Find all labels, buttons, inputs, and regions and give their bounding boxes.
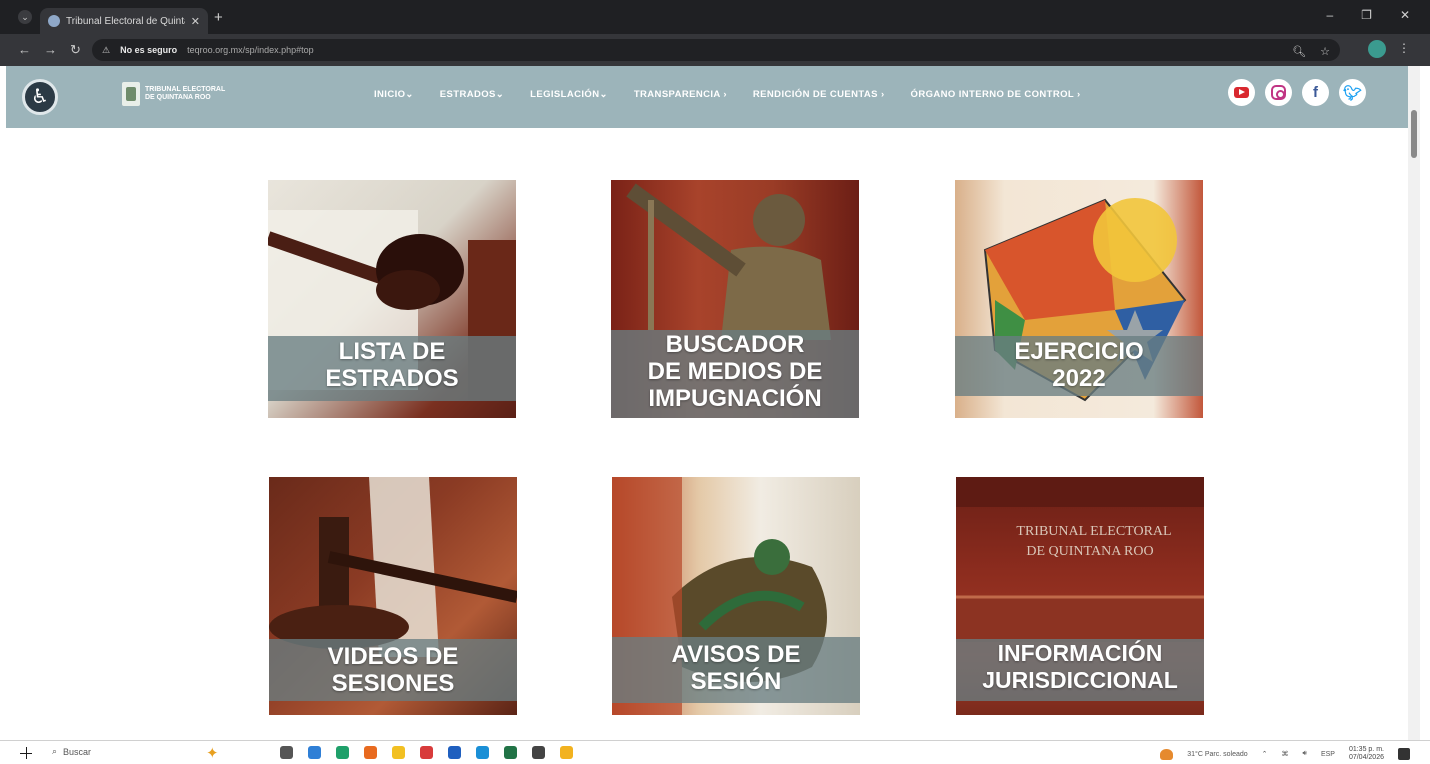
warning-icon: ⚠ bbox=[102, 44, 111, 55]
edge-alt-icon[interactable] bbox=[476, 746, 489, 759]
facebook-icon[interactable]: f bbox=[1302, 79, 1329, 106]
excel-icon[interactable] bbox=[504, 746, 517, 759]
tile-informacion-jurisdiccional[interactable]: TRIBUNAL ELECTORAL DE QUINTANA ROO INFOR… bbox=[956, 477, 1204, 715]
profile-avatar[interactable] bbox=[1368, 40, 1386, 58]
tile-label-line1: INFORMACIÓN bbox=[997, 640, 1163, 666]
tile-label-line3: IMPUGNACIÓN bbox=[648, 385, 822, 412]
url-input[interactable]: ⚠ No es seguro teqroo.org.mx/sp/index.ph… bbox=[92, 39, 1340, 61]
tile-label-line1: VIDEOS DE bbox=[327, 643, 459, 670]
browser-tab[interactable]: Tribunal Electoral de Quintana Roo ✕ bbox=[40, 8, 208, 34]
logo-emblem-icon bbox=[122, 82, 140, 106]
tile-label-line2: ESTRADOS bbox=[325, 365, 459, 392]
twitter-icon[interactable]: 🐦︎ bbox=[1339, 79, 1366, 106]
url-text[interactable]: teqroo.org.mx/sp/index.php#top bbox=[187, 45, 314, 55]
edge-icon[interactable] bbox=[308, 746, 321, 759]
sticky-notes-icon[interactable] bbox=[560, 746, 573, 759]
notifications-icon[interactable] bbox=[1398, 748, 1410, 760]
site-header: ♿︎ TRIBUNAL ELECTORAL DE QUINTANA ROO IN… bbox=[6, 66, 1418, 128]
back-icon[interactable]: ← bbox=[18, 42, 31, 57]
calculator-icon[interactable] bbox=[532, 746, 545, 759]
restore-icon[interactable]: ❐ bbox=[1361, 8, 1372, 22]
tile-label-line2: DE MEDIOS DE bbox=[647, 358, 823, 385]
nav-item-rendicion-de-cuentas[interactable]: RENDICIÓN DE CUENTAS › bbox=[753, 89, 885, 100]
instagram-icon[interactable] bbox=[1265, 79, 1292, 106]
clock-time: 01:35 p. m. bbox=[1348, 746, 1384, 753]
search-icon: ⌕ bbox=[52, 746, 58, 756]
tile-label-line1: AVISOS DE bbox=[671, 641, 801, 668]
forward-icon[interactable]: → bbox=[44, 42, 57, 57]
nav-item-inicio[interactable]: INICIO⌄ bbox=[374, 89, 414, 100]
browser-menu-icon[interactable]: ⋮ bbox=[1398, 41, 1410, 55]
logo-line2: DE QUINTANA ROO bbox=[145, 94, 211, 101]
weather-icon[interactable] bbox=[1160, 748, 1174, 760]
logo-line1: TRIBUNAL ELECTORAL bbox=[145, 86, 226, 93]
firefox-icon[interactable] bbox=[364, 746, 377, 759]
new-tab-icon[interactable]: + bbox=[214, 9, 223, 26]
browser-tab-bar: ⌄ Tribunal Electoral de Quintana Roo ✕ +… bbox=[0, 0, 1430, 34]
weather-text[interactable]: 31°C Parc. soleado bbox=[1187, 751, 1247, 758]
nav-item-estrados[interactable]: ESTRADOS⌄ bbox=[440, 89, 504, 100]
clock[interactable]: 01:35 p. m. 07/04/2026 bbox=[1349, 746, 1384, 762]
page-scrollbar[interactable] bbox=[1408, 66, 1420, 740]
task-view-icon[interactable] bbox=[280, 746, 293, 759]
address-bar: ← → ↻ ⚠ No es seguro teqroo.org.mx/sp/in… bbox=[0, 34, 1430, 66]
taskbar-apps bbox=[280, 746, 573, 759]
building-sign-line2: DE QUINTANA ROO bbox=[1026, 544, 1153, 559]
tile-ejercicio-2022[interactable]: EJERCICIO 2022 bbox=[955, 180, 1203, 418]
nav-item-legislacion[interactable]: LEGISLACIÓN⌄ bbox=[530, 89, 608, 100]
security-label[interactable]: No es seguro bbox=[120, 45, 177, 55]
taskbar-search[interactable]: ⌕ Buscar bbox=[52, 746, 91, 757]
taskbar-search-label: Buscar bbox=[63, 746, 92, 757]
file-explorer-icon[interactable] bbox=[392, 746, 405, 759]
youtube-icon[interactable] bbox=[1228, 79, 1255, 106]
clock-date: 07/04/2026 bbox=[1348, 754, 1384, 761]
main-nav: INICIO⌄ ESTRADOS⌄ LEGISLACIÓN⌄ TRANSPARE… bbox=[374, 89, 1081, 100]
zoom-icon[interactable]: 🔍︎ bbox=[1292, 45, 1306, 58]
tile-lista-de-estrados[interactable]: LISTA DE ESTRADOS bbox=[268, 180, 516, 418]
network-icon[interactable]: ⌘ bbox=[1282, 750, 1289, 758]
accessibility-icon[interactable]: ♿︎ bbox=[22, 79, 58, 115]
tile-label-line2: SESIÓN bbox=[690, 668, 782, 695]
app-red-icon[interactable] bbox=[420, 746, 433, 759]
tile-label-line2: 2022 bbox=[1052, 365, 1106, 392]
scrollbar-thumb[interactable] bbox=[1411, 110, 1417, 158]
tile-label-line1: EJERCICIO bbox=[1014, 338, 1144, 365]
windows-start-icon[interactable] bbox=[20, 747, 32, 759]
copilot-icon[interactable]: ✦ bbox=[206, 744, 219, 762]
tab-search-icon[interactable]: ⌄ bbox=[18, 10, 32, 24]
nav-item-organo-interno[interactable]: ÓRGANO INTERNO DE CONTROL › bbox=[911, 89, 1081, 100]
minimize-icon[interactable]: – bbox=[1326, 8, 1333, 22]
volume-icon[interactable]: 🔊︎ bbox=[1303, 750, 1307, 758]
tile-label-line1: LISTA DE bbox=[338, 338, 446, 365]
reload-icon[interactable]: ↻ bbox=[70, 42, 81, 58]
tile-label-line1: BUSCADOR bbox=[665, 331, 805, 358]
site-logo[interactable]: TRIBUNAL ELECTORAL DE QUINTANA ROO bbox=[122, 82, 225, 106]
building-sign-line1: TRIBUNAL ELECTORAL bbox=[1016, 524, 1171, 539]
tile-label-line2: SESIONES bbox=[331, 670, 455, 697]
window-controls: – ❐ ✕ bbox=[1326, 8, 1410, 22]
tile-label-line2: JURISDICCIONAL bbox=[982, 667, 1178, 693]
favicon-icon bbox=[48, 15, 60, 27]
system-tray: 31°C Parc. soleado ⌃ ⌘ 🔊︎ ESP 01:35 p. m… bbox=[1160, 746, 1410, 762]
nav-item-transparencia[interactable]: TRANSPARENCIA › bbox=[634, 89, 727, 100]
tile-buscador-medios[interactable]: BUSCADOR DE MEDIOS DE IMPUGNACIÓN bbox=[611, 180, 859, 418]
windows-taskbar: ⌕ Buscar ✦ 31°C Parc. soleado ⌃ ⌘ 🔊︎ ESP… bbox=[0, 740, 1430, 764]
close-icon[interactable]: ✕ bbox=[191, 15, 200, 28]
social-links: f 🐦︎ bbox=[1228, 79, 1366, 106]
bookmark-star-icon[interactable]: ☆ bbox=[1320, 45, 1330, 58]
word-icon[interactable] bbox=[448, 746, 461, 759]
language-indicator[interactable]: ESP bbox=[1321, 751, 1335, 758]
chrome-icon[interactable] bbox=[336, 746, 349, 759]
omnibox-actions: 🔍︎ ☆ bbox=[1292, 45, 1330, 58]
tab-title: Tribunal Electoral de Quintana Roo bbox=[66, 15, 185, 27]
tray-arrow-icon[interactable]: ⌃ bbox=[1262, 750, 1268, 758]
tile-avisos-de-sesion[interactable]: AVISOS DE SESIÓN bbox=[612, 477, 860, 715]
window-close-icon[interactable]: ✕ bbox=[1400, 8, 1410, 22]
tile-videos-de-sesiones[interactable]: VIDEOS DE SESIONES bbox=[269, 477, 517, 715]
